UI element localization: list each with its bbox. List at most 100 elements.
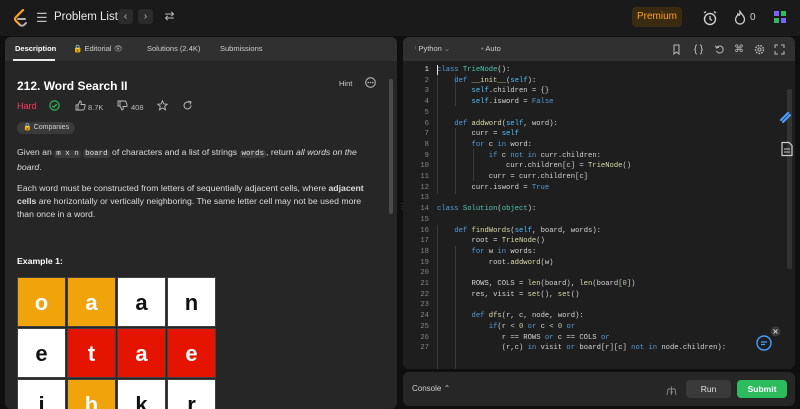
chevron-up-icon: ⌃ <box>443 384 451 393</box>
description-panel: Description 🔒 Editorial 👁 Solutions (2.4… <box>5 37 397 409</box>
code-line: 12 curr.isword = True <box>403 183 795 194</box>
code-line: 9 if c not in curr.children: <box>403 151 795 162</box>
active-tab-indicator <box>13 59 55 61</box>
companies-tag[interactable]: 🔒 Companies <box>17 122 76 134</box>
dislikes-count: 408 <box>131 103 144 112</box>
bookmark-icon[interactable] <box>671 44 682 55</box>
alarm-clock-icon[interactable] <box>702 10 718 26</box>
code-text: ROWS, COLS = len(board), len(board[0]) <box>437 280 636 288</box>
code-text: curr = curr.children[c] <box>437 173 588 181</box>
settings-gear-icon[interactable] <box>754 44 765 55</box>
line-number: 21 <box>420 280 429 288</box>
grid-cell: h <box>67 379 116 409</box>
problem-statement: Given an m x n board of characters and a… <box>17 146 367 174</box>
premium-button[interactable]: Premium <box>632 7 682 27</box>
notes-icon[interactable] <box>779 141 795 157</box>
line-number: 7 <box>424 130 429 139</box>
code-line: 3 self.children = {} <box>403 86 795 97</box>
inline-code: m x n <box>54 150 81 158</box>
code-line: 10 curr.children[c] = TrieNode() <box>403 161 795 172</box>
code-text: def findWords(self, board, words): <box>454 226 601 235</box>
reset-icon[interactable] <box>714 44 725 55</box>
fullscreen-icon[interactable] <box>774 44 785 55</box>
leetcode-assistant-icon[interactable] <box>777 109 793 125</box>
tab-description[interactable]: Description <box>15 44 56 53</box>
code-text: r == ROWS or c == COLS or <box>437 333 610 342</box>
description-scrollbar[interactable] <box>389 79 393 214</box>
tab-editorial[interactable]: 🔒 Editorial 👁 <box>73 44 123 53</box>
line-number: 11 <box>420 173 429 181</box>
line-number: 4 <box>424 98 429 107</box>
grid-cell: r <box>167 379 216 409</box>
line-number: 16 <box>420 226 429 235</box>
line-number: 8 <box>424 140 429 149</box>
star-icon[interactable] <box>157 100 168 111</box>
lock-icon: 🔒 <box>23 124 32 131</box>
streak-count: 0 <box>750 12 756 23</box>
code-text: root = TrieNode() <box>437 237 545 246</box>
grid-cell: e <box>17 328 66 378</box>
chevron-down-icon: ⌄ <box>443 44 451 53</box>
language-select[interactable]: ⁱ Python ⌄ <box>415 44 450 53</box>
streak-flame-icon[interactable] <box>732 10 748 26</box>
more-options-icon[interactable] <box>365 77 376 88</box>
line-number: 9 <box>424 151 429 160</box>
inline-code: board <box>83 150 110 158</box>
user-avatar[interactable] <box>772 9 788 25</box>
code-line: 14 class Solution(object): <box>403 204 795 215</box>
statement-text: are horizontally or vertically neighbori… <box>17 196 362 219</box>
hint-button[interactable]: Hint <box>339 79 352 88</box>
problem-title: 212. Word Search II <box>17 79 128 93</box>
code-text: curr.children[c] = TrieNode() <box>437 162 632 171</box>
tab-editorial-label: Editorial <box>84 44 112 53</box>
leetcode-logo-icon[interactable] <box>13 9 29 27</box>
console-toggle[interactable]: Console ⌃ <box>412 384 450 393</box>
tab-submissions[interactable]: Submissions <box>220 44 263 53</box>
chat-support-icon[interactable] <box>756 335 772 351</box>
code-line: 15 <box>403 215 795 226</box>
line-number: 26 <box>420 333 429 342</box>
debug-icon[interactable] <box>666 385 677 396</box>
share-icon[interactable] <box>182 100 193 111</box>
lock-icon: 🔒 <box>73 44 83 53</box>
mode-select[interactable]: • Auto <box>481 44 501 53</box>
thumbs-down-icon[interactable] <box>117 100 128 111</box>
code-line: 7 curr = self <box>403 129 795 140</box>
submit-button[interactable]: Submit <box>737 380 787 398</box>
code-editor[interactable]: 1 class TrieNode(): 2 def __init__(self):… <box>403 63 795 369</box>
console-bar: Console ⌃ Run Submit <box>403 372 795 406</box>
shuffle-icon[interactable]: ⇄ <box>162 9 177 24</box>
code-text: for w in words: <box>471 247 537 256</box>
line-number: 19 <box>420 258 429 267</box>
code-line: 5 <box>403 108 795 119</box>
problem-list-link[interactable]: Problem List <box>54 11 118 23</box>
prev-problem-button[interactable]: ‹ <box>118 9 133 24</box>
statement-text: , return <box>266 147 296 157</box>
info-icon: ⁱ <box>415 44 417 53</box>
inline-code: words <box>239 150 267 158</box>
line-number: 25 <box>420 322 429 331</box>
command-icon[interactable]: ⌘ <box>734 44 745 55</box>
line-number: 23 <box>420 301 429 310</box>
line-number: 2 <box>424 76 429 85</box>
problem-list-icon[interactable]: ☰ <box>36 11 50 25</box>
line-number: 24 <box>420 312 429 321</box>
line-number: 18 <box>420 247 429 256</box>
line-number: 6 <box>424 119 429 128</box>
code-line: 16 def findWords(self, board, words): <box>403 226 795 237</box>
eye-icon: 👁 <box>113 44 124 53</box>
braces-icon[interactable] <box>693 44 704 55</box>
code-line: 20 <box>403 268 795 279</box>
code-text: curr.isword = True <box>437 183 550 192</box>
code-line: 18 for w in words: <box>403 247 795 258</box>
run-button[interactable]: Run <box>686 380 731 398</box>
thumbs-up-icon[interactable] <box>75 100 86 111</box>
line-number: 17 <box>420 237 429 246</box>
next-problem-button[interactable]: › <box>138 9 153 24</box>
problem-constraints-text: Each word must be constructed from lette… <box>17 182 367 221</box>
language-label: Python <box>418 44 442 53</box>
statement-text: . <box>39 162 42 172</box>
grid-cell: a <box>67 277 116 327</box>
grid-cell: a <box>117 328 166 378</box>
tab-solutions[interactable]: Solutions (2.4K) <box>147 44 200 53</box>
